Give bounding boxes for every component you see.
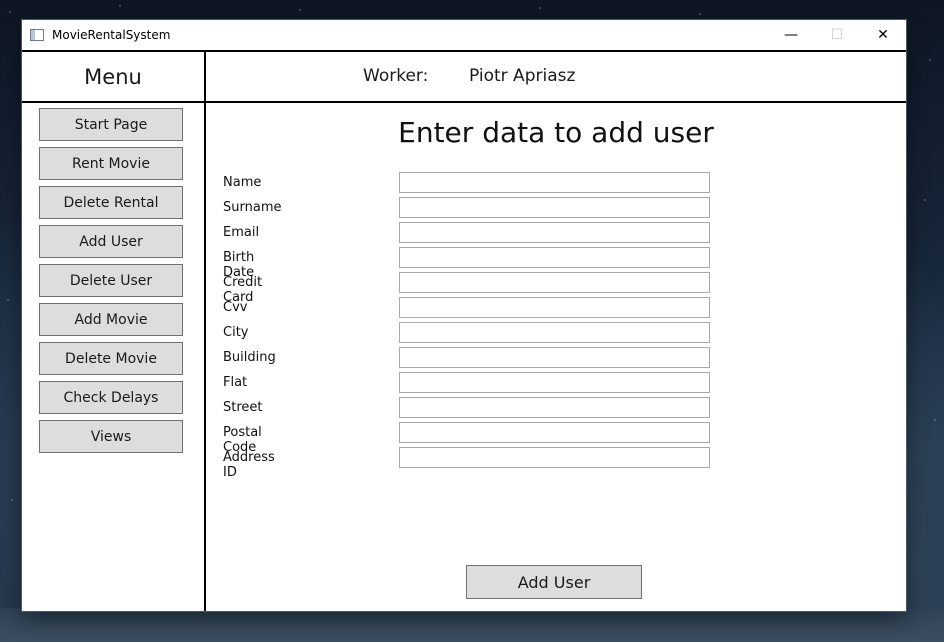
- menu-panel: Menu Start Page Rent Movie Delete Rental…: [22, 52, 206, 611]
- surname-input[interactable]: [399, 197, 710, 218]
- email-label: Email: [223, 225, 260, 240]
- worker-label: Worker:: [363, 66, 429, 86]
- street-input[interactable]: [399, 397, 710, 418]
- birth-date-input[interactable]: [399, 247, 710, 268]
- postal-code-input[interactable]: [399, 422, 710, 443]
- app-window-icon: [30, 29, 44, 41]
- rent-movie-button[interactable]: Rent Movie: [39, 147, 183, 180]
- client-area: Menu Start Page Rent Movie Delete Rental…: [22, 50, 906, 611]
- flat-label: Flat: [223, 375, 248, 390]
- add-user-menu-button[interactable]: Add User: [39, 225, 183, 258]
- worker-name: Piotr Apriasz: [469, 66, 576, 86]
- title-bar[interactable]: MovieRentalSystem — ☐ ✕: [22, 20, 906, 50]
- cvv-input[interactable]: [399, 297, 710, 318]
- name-label: Name: [223, 175, 262, 190]
- menu-header: Menu: [22, 52, 204, 103]
- delete-movie-button[interactable]: Delete Movie: [39, 342, 183, 375]
- building-input[interactable]: [399, 347, 710, 368]
- main-panel: Worker: Piotr Apriasz Enter data to add …: [206, 52, 906, 611]
- worker-bar: Worker: Piotr Apriasz: [206, 52, 906, 103]
- delete-rental-button[interactable]: Delete Rental: [39, 186, 183, 219]
- minimize-icon: —: [784, 27, 798, 43]
- form-title-text: Enter data to add user: [398, 116, 714, 149]
- city-input[interactable]: [399, 322, 710, 343]
- city-label: City: [223, 325, 249, 340]
- maximize-button[interactable]: ☐: [814, 20, 860, 50]
- menu-button-list: Start Page Rent Movie Delete Rental Add …: [22, 103, 204, 453]
- credit-card-input[interactable]: [399, 272, 710, 293]
- close-icon: ✕: [877, 27, 889, 43]
- address-id-label: Address ID: [223, 450, 275, 480]
- cvv-label: Cvv: [223, 300, 248, 315]
- add-user-submit-button[interactable]: Add User: [466, 565, 642, 599]
- close-button[interactable]: ✕: [860, 20, 906, 50]
- maximize-icon: ☐: [830, 27, 844, 43]
- form-title: Enter data to add user: [206, 116, 906, 149]
- surname-label: Surname: [223, 200, 282, 215]
- name-input[interactable]: [399, 172, 710, 193]
- minimize-button[interactable]: —: [768, 20, 814, 50]
- views-button[interactable]: Views: [39, 420, 183, 453]
- app-window: MovieRentalSystem — ☐ ✕ Menu Start Page …: [22, 20, 906, 611]
- desktop-taskbar-area: [0, 608, 944, 642]
- street-label: Street: [223, 400, 263, 415]
- delete-user-button[interactable]: Delete User: [39, 264, 183, 297]
- check-delays-button[interactable]: Check Delays: [39, 381, 183, 414]
- flat-input[interactable]: [399, 372, 710, 393]
- building-label: Building: [223, 350, 276, 365]
- window-title: MovieRentalSystem: [52, 28, 171, 42]
- email-input[interactable]: [399, 222, 710, 243]
- start-page-button[interactable]: Start Page: [39, 108, 183, 141]
- address-id-input[interactable]: [399, 447, 710, 468]
- window-controls: — ☐ ✕: [768, 20, 906, 50]
- add-movie-button[interactable]: Add Movie: [39, 303, 183, 336]
